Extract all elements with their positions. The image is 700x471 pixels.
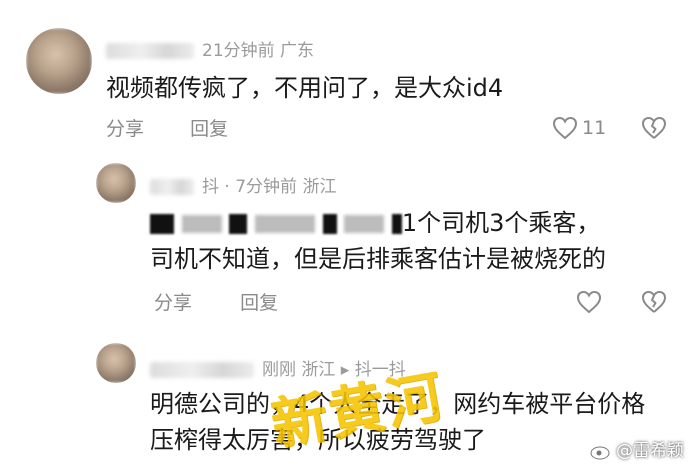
redacted-text <box>391 214 402 234</box>
comment-actions: 分享 回复 <box>106 114 228 141</box>
redacted-text <box>344 215 385 233</box>
like-heart-icon[interactable] <box>576 290 602 314</box>
redacted-text <box>229 214 248 234</box>
username-blurred[interactable] <box>106 43 194 59</box>
reply-button[interactable]: 回复 <box>190 114 228 141</box>
weibo-logo-icon <box>590 443 611 460</box>
dislike-broken-heart-icon[interactable] <box>641 290 667 314</box>
comment-text: 1个司机3个乘客， <box>150 207 600 240</box>
avatar[interactable] <box>26 28 92 94</box>
credit-tag: @雷希颖 <box>590 436 684 461</box>
redacted-text <box>150 214 174 234</box>
comment-text: 司机不知道，但是后排乘客估计是被烧死的 <box>150 245 606 273</box>
redacted-text <box>254 215 315 233</box>
redacted-text <box>181 215 222 233</box>
avatar[interactable] <box>96 163 136 203</box>
reply-button[interactable]: 回复 <box>240 288 278 315</box>
avatar[interactable] <box>96 343 136 383</box>
comment-meta: 21分钟前 广东 <box>106 36 314 61</box>
share-button[interactable]: 分享 <box>106 114 144 141</box>
username-blurred[interactable] <box>150 362 254 378</box>
username-blurred[interactable] <box>150 179 194 195</box>
like-count: 11 <box>582 117 607 139</box>
comment-actions: 分享 回复 <box>154 288 278 315</box>
redacted-text <box>322 214 337 234</box>
dislike-broken-heart-icon[interactable] <box>641 116 667 140</box>
like-heart-icon[interactable] <box>552 116 578 140</box>
share-button[interactable]: 分享 <box>154 288 192 315</box>
comment-meta: 抖 · 7分钟前 浙江 <box>150 172 336 197</box>
comment-text: 视频都传疯了，不用问了，是大众id4 <box>106 74 504 102</box>
